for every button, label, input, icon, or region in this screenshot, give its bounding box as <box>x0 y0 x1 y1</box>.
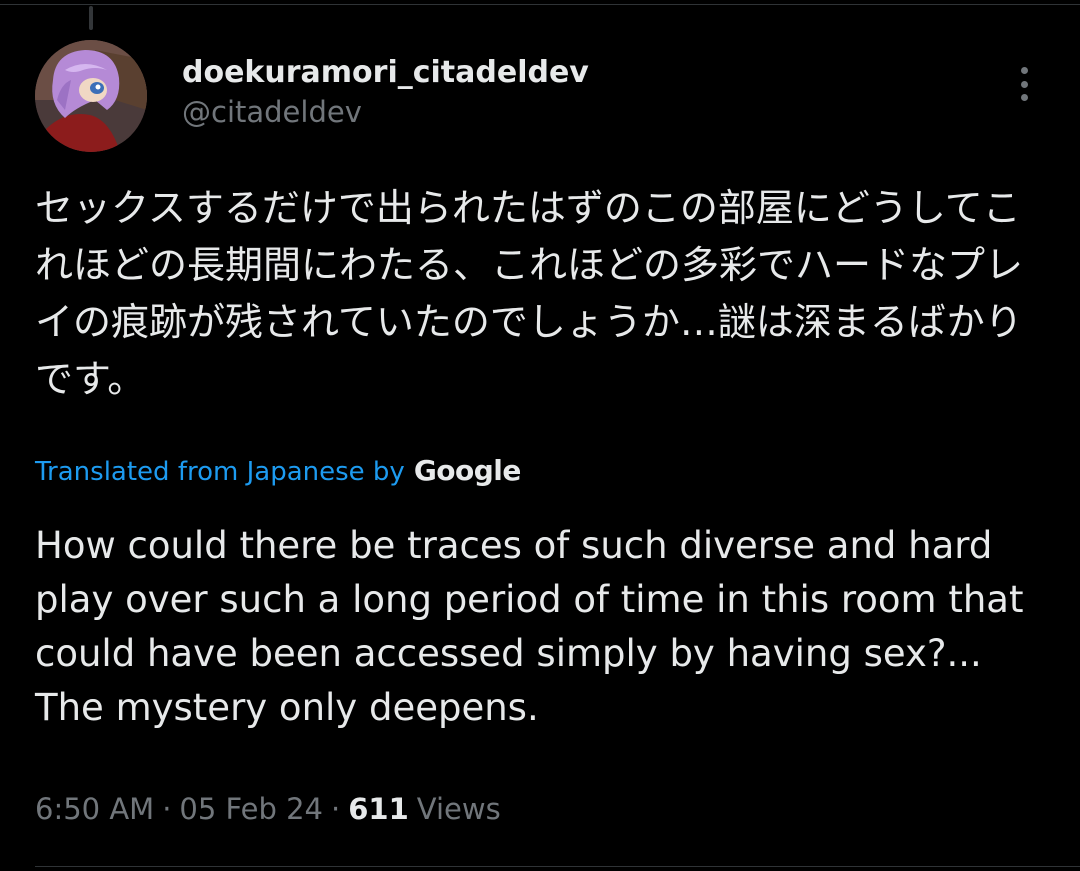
avatar[interactable] <box>35 40 147 152</box>
bottom-divider <box>35 866 1080 867</box>
translation-attribution: Translated from Japanese by Google <box>35 454 521 487</box>
more-vertical-icon-dot <box>1020 80 1028 88</box>
author-display-name[interactable]: doekuramori_citadeldev <box>182 54 589 92</box>
tweet-text-translated: How could there be traces of such divers… <box>35 524 1024 729</box>
tweet-time[interactable]: 6:50 AM <box>35 792 154 826</box>
author-handle[interactable]: @citadeldev <box>182 92 589 132</box>
more-options-button[interactable] <box>1008 64 1040 104</box>
tweet-date[interactable]: 05 Feb 24 <box>179 792 323 826</box>
top-divider <box>0 4 1080 5</box>
avatar-image <box>35 40 147 152</box>
tweet-text-original: セックスするだけで出られたはずのこの部屋にどうしてこれほどの長期間にわたる、これ… <box>35 186 1024 401</box>
tweet-meta: 6:50 AM · 05 Feb 24 · 611 Views <box>35 792 501 826</box>
translation-provider-logo: Google <box>413 454 522 487</box>
views-label: Views <box>416 792 501 826</box>
author-block: doekuramori_citadeldev @citadeldev <box>182 54 589 132</box>
more-vertical-icon-dot <box>1020 94 1028 101</box>
meta-separator: · <box>162 792 172 826</box>
thread-connector-line <box>89 6 93 30</box>
meta-separator: · <box>331 792 341 826</box>
more-vertical-icon <box>1020 67 1028 74</box>
views-count[interactable]: 611 <box>348 792 409 826</box>
translation-label-link[interactable]: Translated from Japanese by <box>35 457 405 487</box>
